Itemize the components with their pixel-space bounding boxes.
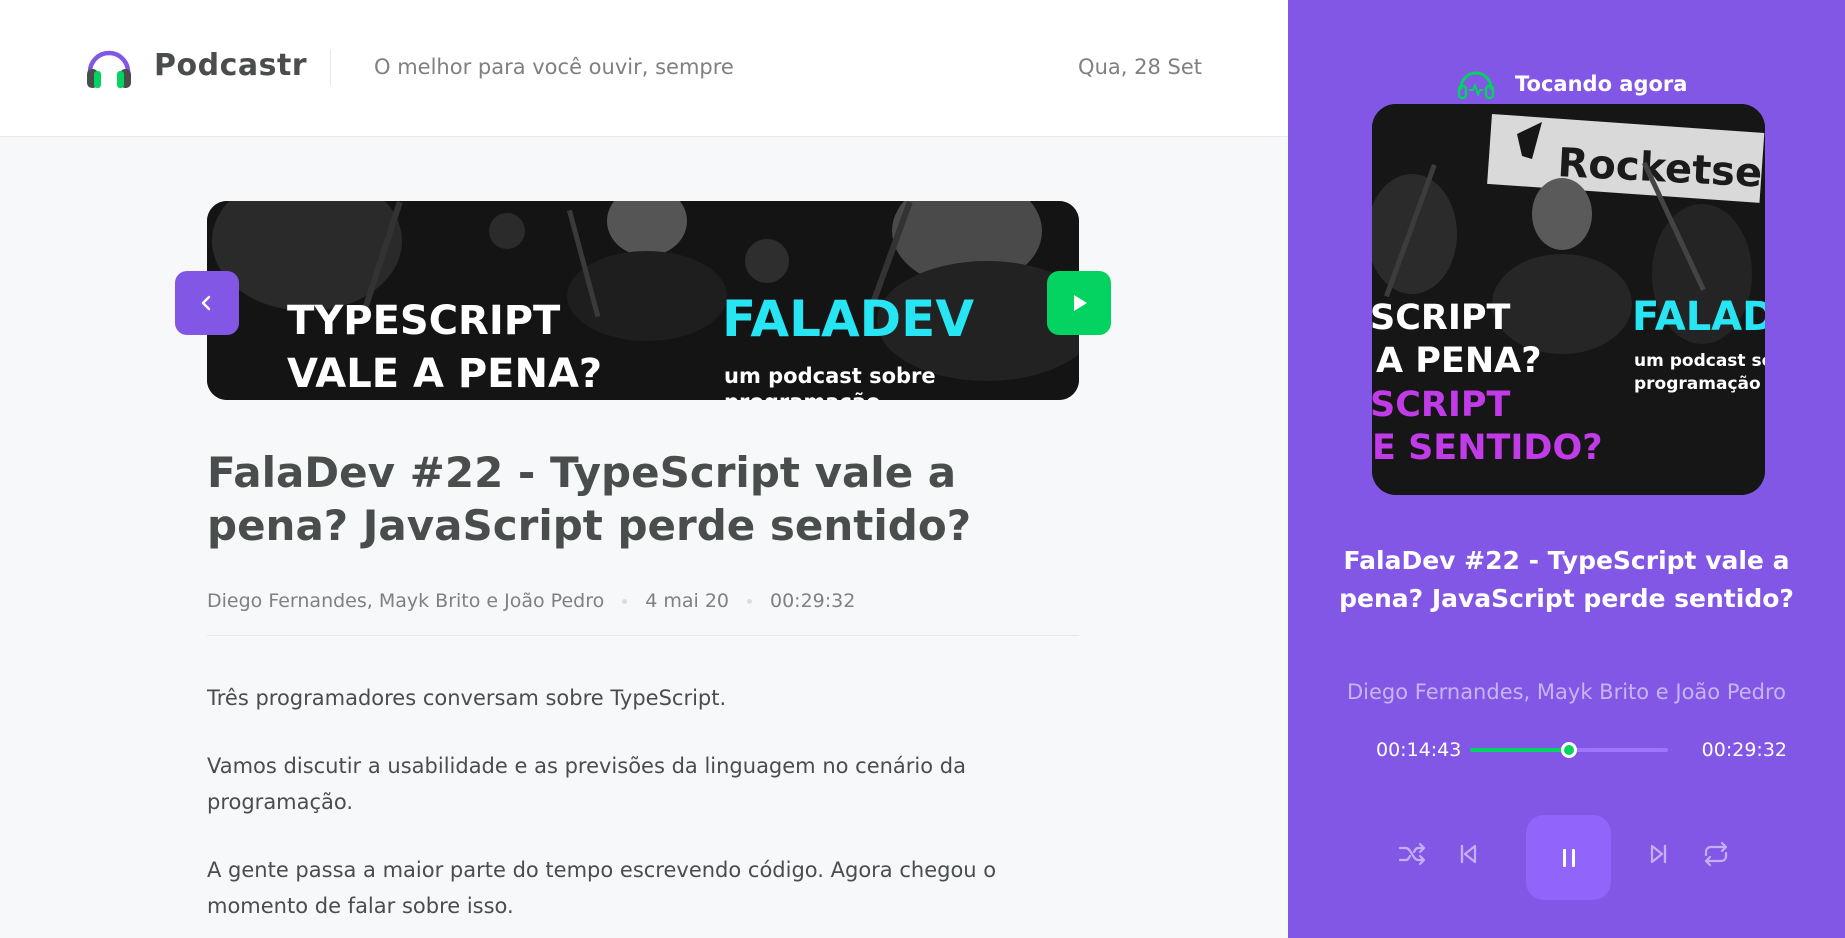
episode-meta: Diego Fernandes, Mayk Brito e João Pedro… bbox=[207, 590, 855, 612]
headphones-logo-icon bbox=[87, 50, 131, 88]
player-panel: Tocando agora Rocketse SCRIPT A PENA? SC… bbox=[1288, 0, 1845, 938]
progress-fill bbox=[1470, 748, 1569, 752]
thumbnail-image: TYPESCRIPT VALE A PENA? FALADEV um podca… bbox=[207, 201, 1079, 400]
description-paragraph: A gente passa a maior parte do tempo esc… bbox=[207, 858, 997, 918]
cover-line-1: SCRIPT bbox=[1372, 298, 1511, 338]
tagline: O melhor para você ouvir, sempre bbox=[374, 55, 734, 79]
episode-members: Diego Fernandes, Mayk Brito e João Pedro bbox=[207, 590, 605, 612]
progress-slider[interactable] bbox=[1470, 742, 1668, 758]
main-content: Podcastr O melhor para você ouvir, sempr… bbox=[0, 0, 1288, 938]
episode-thumbnail: TYPESCRIPT VALE A PENA? FALADEV um podca… bbox=[207, 201, 1079, 400]
header: Podcastr O melhor para você ouvir, sempr… bbox=[0, 0, 1288, 137]
repeat-icon bbox=[1704, 841, 1728, 867]
cover-line-2: A PENA? bbox=[1376, 341, 1542, 381]
repeat-button[interactable] bbox=[1698, 836, 1734, 872]
cover-sub-2: programação bbox=[1634, 374, 1761, 394]
current-time: 00:14:43 bbox=[1376, 739, 1462, 761]
cover-sub-1: um podcast sob bbox=[1634, 351, 1765, 371]
play-episode-button[interactable] bbox=[1047, 271, 1111, 335]
episode-title: FalaDev #22 - TypeScript vale a pena? Ja… bbox=[207, 448, 972, 550]
pause-button[interactable] bbox=[1526, 815, 1611, 900]
pause-icon bbox=[1562, 848, 1575, 867]
shuffle-button[interactable] bbox=[1394, 836, 1430, 872]
header-divider bbox=[330, 49, 331, 86]
cover-image: Rocketse SCRIPT A PENA? SCRIPT E SENTIDO… bbox=[1372, 104, 1765, 495]
cover-line-3: SCRIPT bbox=[1372, 385, 1511, 425]
app-name: Podcastr bbox=[154, 48, 308, 83]
next-icon bbox=[1650, 844, 1667, 864]
meta-divider bbox=[207, 635, 1079, 636]
now-playing-header: Tocando agora bbox=[1457, 68, 1687, 100]
episode-published-date: 4 mai 20 bbox=[645, 590, 729, 612]
back-button[interactable] bbox=[175, 271, 239, 335]
thumb-brand: FALADEV bbox=[722, 290, 974, 348]
description-paragraph: Três programadores conversam sobre TypeS… bbox=[207, 686, 727, 710]
cover-brand: FALAD bbox=[1632, 294, 1765, 340]
current-date: Qua, 28 Set bbox=[1078, 55, 1202, 79]
thumb-sub-2: programação bbox=[724, 390, 880, 400]
thumb-sub-1: um podcast sobre bbox=[724, 364, 936, 388]
thumb-headline-1: TYPESCRIPT bbox=[287, 298, 561, 344]
player-cover: Rocketse SCRIPT A PENA? SCRIPT E SENTIDO… bbox=[1372, 104, 1765, 495]
meta-separator bbox=[622, 598, 628, 604]
episode-description: Três programadores conversam sobre TypeS… bbox=[207, 680, 1087, 938]
previous-button[interactable] bbox=[1451, 836, 1487, 872]
shuffle-icon bbox=[1398, 842, 1426, 866]
cover-line-4: E SENTIDO? bbox=[1372, 428, 1603, 468]
meta-separator bbox=[747, 598, 752, 604]
progress-handle[interactable] bbox=[1561, 742, 1577, 758]
player-episode-title: FalaDev #22 - TypeScript vale a pena? Ja… bbox=[1339, 546, 1794, 613]
play-icon bbox=[1074, 295, 1087, 311]
chevron-left-icon bbox=[201, 295, 211, 311]
previous-icon bbox=[1460, 844, 1477, 864]
thumb-headline-2: VALE A PENA? bbox=[287, 351, 602, 397]
description-paragraph: Vamos discutir a usabilidade e as previs… bbox=[207, 754, 966, 814]
now-playing-label: Tocando agora bbox=[1515, 72, 1688, 96]
player-episode-members: Diego Fernandes, Mayk Brito e João Pedro bbox=[1346, 680, 1787, 704]
next-button[interactable] bbox=[1640, 836, 1676, 872]
total-time: 00:29:32 bbox=[1701, 739, 1787, 761]
episode-duration: 00:29:32 bbox=[770, 590, 856, 612]
headphones-icon bbox=[1457, 71, 1495, 100]
